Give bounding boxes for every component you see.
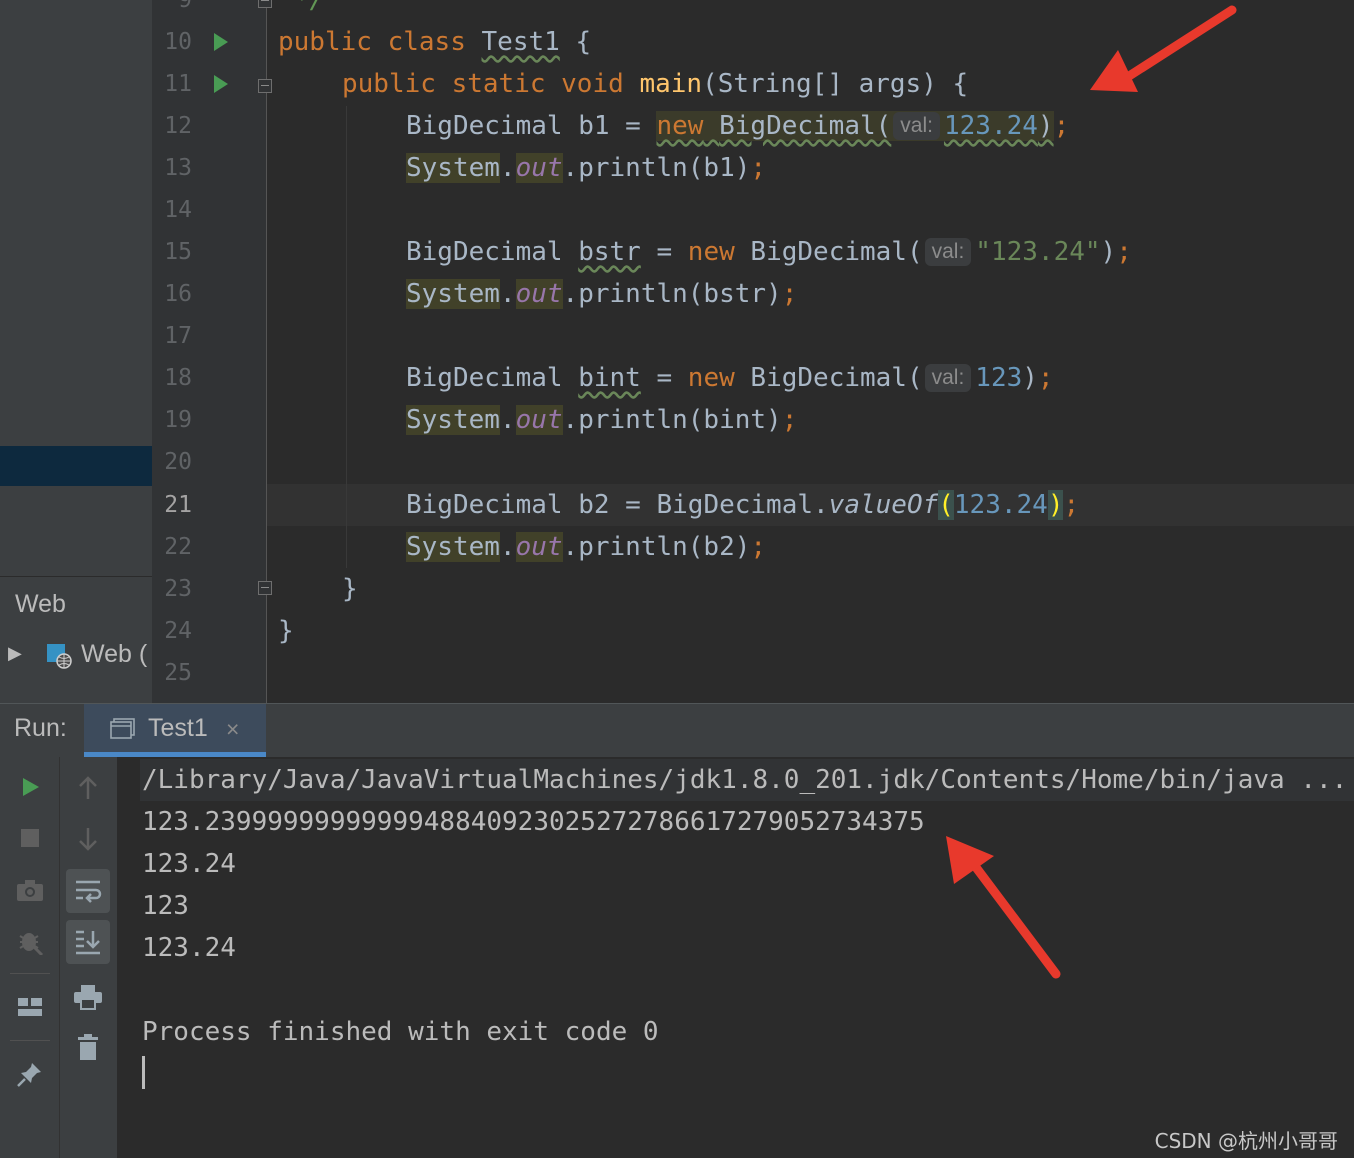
param-hint: val: bbox=[924, 238, 972, 266]
line-number: 22 bbox=[164, 534, 192, 560]
snapshot-button[interactable] bbox=[8, 868, 52, 912]
camera-icon bbox=[17, 880, 43, 901]
code-line-12: BigDecimal b1 = new BigDecimal(val: 123.2… bbox=[406, 111, 1070, 141]
code-line-24: } bbox=[278, 616, 294, 646]
console-command-line: /Library/Java/JavaVirtualMachines/jdk1.8… bbox=[142, 765, 1348, 795]
line-number: 10 bbox=[164, 29, 192, 55]
debug-button[interactable] bbox=[8, 919, 52, 963]
bug-icon bbox=[19, 933, 44, 955]
code-line-18: BigDecimal bint = new BigDecimal(val: 123… bbox=[406, 363, 1054, 393]
watermark: CSDN @杭州小哥哥 bbox=[1154, 1129, 1338, 1153]
scroll-to-end-button[interactable] bbox=[66, 920, 110, 964]
console-line: 123.239999999999994884092302527278661727… bbox=[142, 807, 925, 837]
line-number: 16 bbox=[164, 281, 192, 307]
trash-icon bbox=[78, 1034, 98, 1060]
line-number: 25 bbox=[164, 660, 192, 686]
toolbar-separator bbox=[10, 1040, 50, 1041]
code-line-15: BigDecimal bstr = new BigDecimal(val: "12… bbox=[406, 237, 1132, 267]
line-number: 18 bbox=[164, 365, 192, 391]
arrow-up-icon bbox=[79, 776, 97, 799]
rerun-button[interactable] bbox=[8, 765, 52, 809]
line-number: 15 bbox=[164, 239, 192, 265]
next-occurrence-button[interactable] bbox=[66, 817, 110, 861]
toolbar-separator bbox=[10, 973, 50, 974]
run-class-gutter-icon[interactable] bbox=[214, 33, 228, 51]
code-line-21: BigDecimal b2 = BigDecimal.valueOf(123.2… bbox=[406, 490, 1080, 520]
layout-icon bbox=[18, 998, 42, 1016]
code-line-9: */ bbox=[294, 0, 326, 15]
web-module-icon bbox=[47, 644, 72, 669]
web-module-item[interactable]: Web ( bbox=[81, 640, 152, 669]
fold-marker-icon[interactable] bbox=[258, 0, 272, 8]
stop-icon bbox=[21, 829, 39, 847]
line-number: 19 bbox=[164, 407, 192, 433]
console-line: 123.24 bbox=[142, 933, 236, 963]
fold-marker-icon[interactable] bbox=[258, 79, 272, 93]
code-line-10: public class Test1 { bbox=[278, 27, 592, 57]
web-section-title: Web bbox=[15, 590, 66, 618]
line-number: 23 bbox=[164, 576, 192, 602]
play-icon bbox=[23, 778, 39, 796]
scroll-to-end-icon bbox=[76, 930, 100, 955]
print-button[interactable] bbox=[66, 975, 110, 1019]
line-number: 13 bbox=[164, 155, 192, 181]
stop-button[interactable] bbox=[8, 816, 52, 860]
console-line: 123.24 bbox=[142, 849, 236, 879]
pin-icon bbox=[17, 1063, 41, 1087]
console-exit-line: Process finished with exit code 0 bbox=[142, 1017, 659, 1047]
code-line-22: System.out.println(b2); bbox=[406, 532, 767, 562]
line-number: 17 bbox=[164, 323, 192, 349]
tab-close-icon[interactable]: × bbox=[226, 716, 239, 743]
code-line-23: } bbox=[342, 574, 358, 604]
soft-wrap-button[interactable] bbox=[66, 869, 110, 913]
code-line-11: public static void main(String[] args) { bbox=[342, 69, 969, 99]
line-number: 24 bbox=[164, 618, 192, 644]
project-panel-divider bbox=[0, 576, 152, 577]
previous-occurrence-button[interactable] bbox=[66, 766, 110, 810]
param-hint: val: bbox=[924, 364, 972, 392]
line-number: 20 bbox=[164, 449, 192, 475]
soft-wrap-icon bbox=[76, 880, 102, 903]
project-panel-selection bbox=[0, 446, 152, 486]
console-line: 123 bbox=[142, 891, 189, 921]
code-line-16: System.out.println(bstr); bbox=[406, 279, 798, 309]
line-number: 14 bbox=[164, 197, 192, 223]
code-line-13: System.out.println(b1); bbox=[406, 153, 767, 183]
layout-button[interactable] bbox=[8, 985, 52, 1029]
line-number: 11 bbox=[164, 71, 192, 97]
print-icon bbox=[74, 985, 102, 1010]
line-number: 12 bbox=[164, 113, 192, 139]
run-main-gutter-icon[interactable] bbox=[214, 75, 228, 93]
run-label: Run: bbox=[14, 714, 67, 742]
fold-marker-icon[interactable] bbox=[258, 581, 272, 595]
code-line-19: System.out.println(bint); bbox=[406, 405, 798, 435]
indent-guide bbox=[346, 106, 347, 568]
param-hint: val: bbox=[893, 112, 940, 140]
line-number: 9 bbox=[178, 0, 192, 13]
pin-tab-button[interactable] bbox=[8, 1052, 52, 1096]
console-caret bbox=[142, 1056, 145, 1089]
tab-test1-label[interactable]: Test1 bbox=[148, 714, 208, 743]
clear-all-button[interactable] bbox=[66, 1025, 110, 1069]
arrow-down-icon bbox=[79, 828, 97, 851]
expand-arrow-icon[interactable]: ▶ bbox=[8, 643, 22, 664]
line-number-current: 21 bbox=[164, 492, 192, 518]
console-tab-icon bbox=[110, 718, 135, 739]
